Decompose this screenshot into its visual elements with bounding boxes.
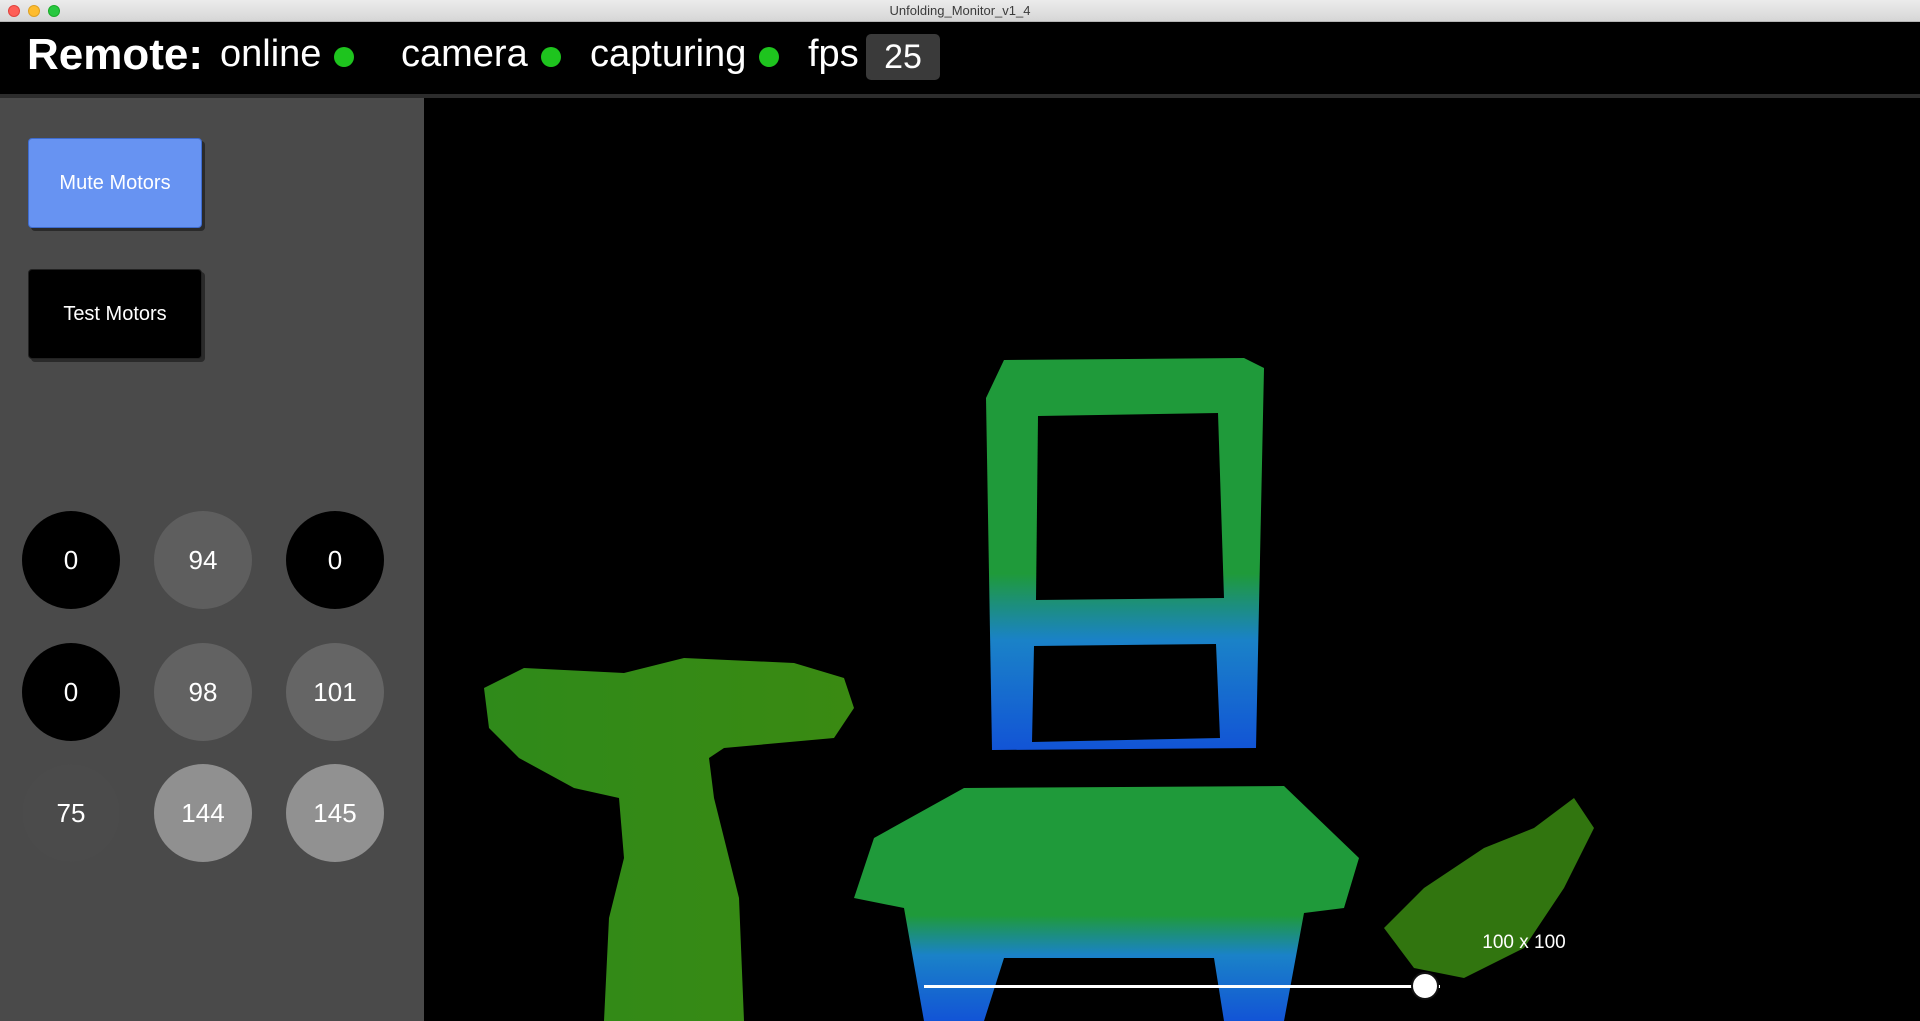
- resolution-slider-track[interactable]: [924, 985, 1440, 988]
- title-bar: Unfolding_Monitor_v1_4: [0, 0, 1920, 22]
- status-capturing-label: capturing: [590, 33, 747, 75]
- status-online: online: [220, 33, 355, 76]
- motor-value-3: 0: [286, 511, 384, 609]
- motor-value-9: 145: [286, 764, 384, 862]
- status-camera: camera: [401, 33, 561, 76]
- motor-value-8: 144: [154, 764, 252, 862]
- mute-motors-button[interactable]: Mute Motors: [28, 138, 202, 228]
- status-bar: Remote: online camera capturing fps 25: [0, 22, 1920, 94]
- depth-camera-view: 100 x 100: [424, 98, 1920, 1021]
- resolution-slider-thumb[interactable]: [1410, 972, 1439, 1000]
- motor-value-7: 75: [22, 764, 120, 862]
- motor-value-6: 101: [286, 643, 384, 741]
- camera-indicator-icon: [540, 46, 561, 67]
- chair-back-opening-bottom: [1032, 644, 1220, 742]
- motor-value-5: 98: [154, 643, 252, 741]
- window-title: Unfolding_Monitor_v1_4: [889, 3, 1031, 18]
- fps-label-text: fps: [808, 33, 859, 75]
- status-title: Remote:: [27, 30, 204, 79]
- online-indicator-icon: [334, 46, 355, 67]
- fps-value: 25: [866, 34, 940, 80]
- status-camera-label: camera: [401, 33, 528, 75]
- depth-image: [484, 358, 1594, 1021]
- depth-region-left: [484, 658, 854, 1021]
- status-capturing: capturing: [590, 33, 780, 76]
- motor-value-2: 94: [154, 511, 252, 609]
- resolution-label: 100 x 100: [1482, 932, 1566, 953]
- control-sidebar: Mute Motors Test Motors 0 94 0 0 98 101 …: [0, 98, 424, 1021]
- capturing-indicator-icon: [759, 46, 780, 67]
- app-window: Unfolding_Monitor_v1_4 Remote: online ca…: [0, 0, 1920, 1021]
- chair-back-opening-top: [1036, 413, 1224, 600]
- fps-label: fps: [808, 33, 859, 76]
- status-online-label: online: [220, 33, 322, 75]
- motor-value-4: 0: [22, 643, 120, 741]
- motor-value-1: 0: [22, 511, 120, 609]
- test-motors-button[interactable]: Test Motors: [28, 269, 202, 359]
